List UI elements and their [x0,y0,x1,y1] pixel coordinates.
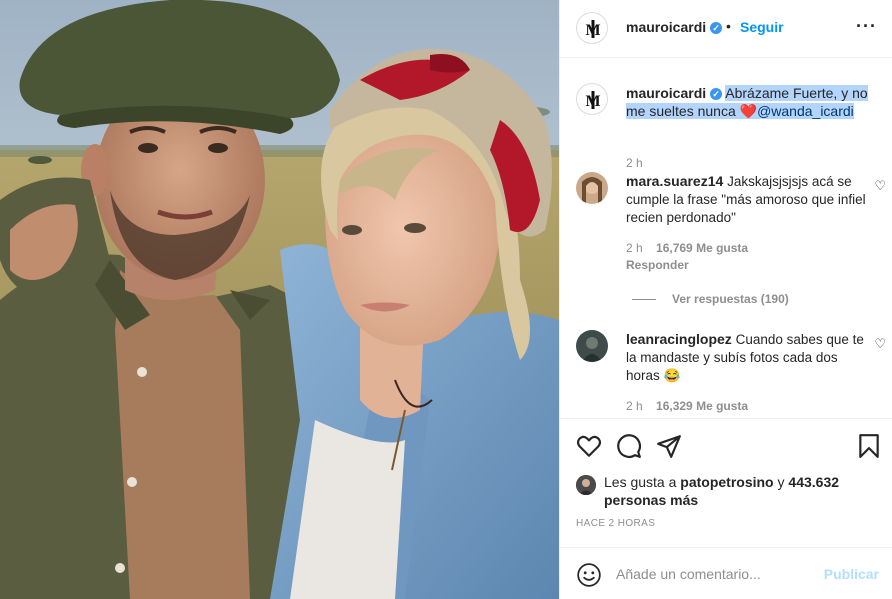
likes-prefix: Les gusta a [604,474,681,490]
commenter-username[interactable]: mara.suarez14 [626,173,723,189]
mi-logo-icon: M [585,91,601,110]
heart-emoji-icon: ❤️ [739,103,758,119]
replies-divider [632,299,656,301]
avatar-photo-icon [576,475,596,495]
caption-author-username[interactable]: mauroicardi [626,85,706,101]
comment-likes-count[interactable]: 16,329 Me gusta [656,399,748,413]
liker-avatar[interactable] [576,475,596,495]
paper-plane-icon[interactable] [656,433,682,459]
mi-logo-icon: M [585,20,601,39]
view-replies-button[interactable]: Ver respuestas (190) [632,292,789,306]
likes-text: Les gusta a patopetrosino y 443.632 pers… [604,473,864,509]
comment-like-heart-icon[interactable]: ♡ [874,336,886,352]
comment-timestamp[interactable]: 2 h [626,241,643,255]
post-header: M mauroicardi ✓ • Seguir ··· [560,0,892,58]
caption-timestamp[interactable]: 2 h [626,156,643,170]
author-username[interactable]: mauroicardi ✓ [626,19,723,35]
commenter-avatar[interactable] [576,330,608,362]
comments-section[interactable]: M mauroicardi✓ Abrázame Fuerte, y no me … [560,59,892,418]
more-options-icon[interactable]: ··· [856,17,877,35]
verified-icon: ✓ [710,22,723,34]
comment-bubble-icon[interactable] [616,433,642,459]
liker-username[interactable]: patopetrosino [680,474,773,490]
avatar-photo-icon [576,172,608,204]
avatar-photo-icon [576,330,608,362]
caption-text-block: mauroicardi ✓ Abrázame Fuerte, y no me su… [626,84,886,120]
laughing-emoji-icon: 😂 [663,368,681,383]
smiley-icon[interactable] [576,562,602,588]
reply-button[interactable]: Responder [626,258,689,272]
comment-text-block: mara.suarez14 Jakskajsjsjsjs acá se cump… [626,172,866,227]
commenter-username[interactable]: leanracinglopez [626,331,732,347]
author-avatar[interactable]: M [576,12,608,44]
likes-conjunction: y [773,474,785,490]
publish-button[interactable]: Publicar [824,566,879,582]
view-replies-label[interactable]: Ver respuestas (190) [672,292,789,306]
comment-meta: 2 h 16,769 Me gusta [626,241,748,255]
post-actions: Les gusta a patopetrosino y 443.632 pers… [560,418,892,546]
verified-icon: ✓ [710,88,723,100]
comment-meta: 2 h 16,329 Me gusta [626,399,748,413]
heart-outline-icon[interactable] [576,433,602,459]
posted-time[interactable]: HACE 2 HORAS [576,518,655,529]
follow-button[interactable]: Seguir [740,19,784,35]
comment-input[interactable] [616,562,816,586]
post-side-panel: M mauroicardi ✓ • Seguir ··· M mauroicard… [559,0,892,599]
commenter-avatar[interactable] [576,172,608,204]
bookmark-icon[interactable] [856,433,882,459]
comment-text-block: leanracinglopez Cuando sabes que te la m… [626,330,866,385]
post-photo[interactable] [0,0,559,599]
photo-illustration [0,0,559,599]
caption-mention-link[interactable]: @wanda_icardi [757,103,854,119]
separator-dot: • [726,18,731,34]
comment-timestamp[interactable]: 2 h [626,399,643,413]
add-comment-bar: Publicar [560,547,892,599]
caption-author-avatar[interactable]: M [576,83,608,115]
comment-likes-count[interactable]: 16,769 Me gusta [656,241,748,255]
author-username-text[interactable]: mauroicardi [626,19,706,35]
comment-like-heart-icon[interactable]: ♡ [874,178,886,194]
